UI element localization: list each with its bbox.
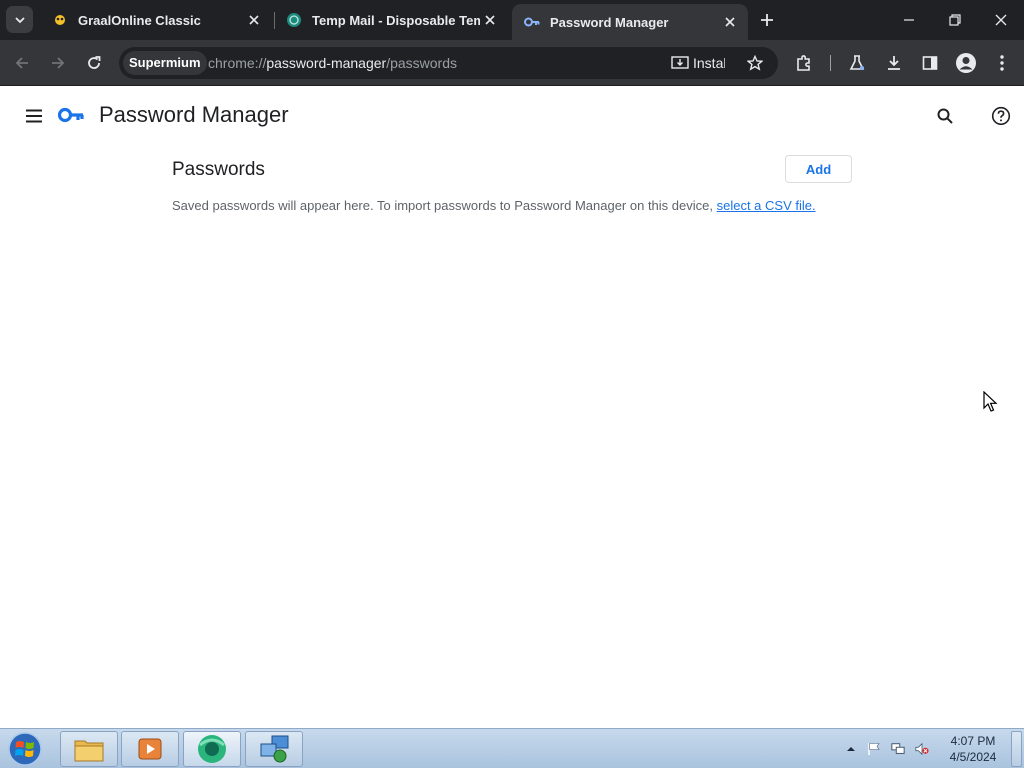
page-title: Password Manager xyxy=(99,102,289,127)
minimize-icon xyxy=(904,19,914,21)
tab-title: GraalOnline Classic xyxy=(78,12,201,28)
section-title: Passwords xyxy=(172,159,265,180)
key-icon xyxy=(524,14,540,30)
tab-separator xyxy=(274,12,275,29)
address-bar[interactable]: Supermium chrome://password-manager/pass… xyxy=(119,47,778,79)
network-icon xyxy=(891,743,905,754)
windows-taskbar: 4:07 PM 4/5/2024 xyxy=(0,728,1024,768)
toolbar-divider xyxy=(830,55,831,71)
help-button[interactable] xyxy=(989,104,1013,128)
folder-icon xyxy=(74,740,104,762)
downloads-button[interactable] xyxy=(882,51,906,75)
tab-password-manager[interactable]: Password Manager xyxy=(512,4,748,40)
main-menu-button[interactable] xyxy=(22,104,46,128)
download-icon xyxy=(888,56,900,70)
reload-button[interactable] xyxy=(82,51,106,75)
empty-state-text: Saved passwords will appear here. To imp… xyxy=(172,198,713,213)
clock-time: 4:07 PM xyxy=(950,734,996,748)
tab-search-button[interactable] xyxy=(6,6,33,33)
chevron-down-icon xyxy=(14,16,25,23)
labs-button[interactable] xyxy=(845,51,869,75)
search-passwords-button[interactable] xyxy=(933,104,957,128)
forward-button[interactable] xyxy=(46,51,70,75)
install-app-button[interactable]: Install xyxy=(671,47,725,79)
network-tray-icon[interactable] xyxy=(891,742,905,756)
arrow-left-icon xyxy=(15,57,28,69)
tab-strip: GraalOnline Classic Temp Mail - Disposab… xyxy=(0,0,1024,40)
url-host: password-manager xyxy=(266,55,387,71)
select-csv-link[interactable]: select a CSV file. xyxy=(717,198,816,213)
url-scheme: chrome:// xyxy=(208,55,267,71)
origin-chip[interactable]: Supermium xyxy=(123,51,207,75)
url-text[interactable]: chrome://password-manager/passwords xyxy=(208,47,457,79)
help-icon xyxy=(991,106,1011,126)
mouse-cursor-icon xyxy=(983,391,998,412)
star-icon xyxy=(747,55,763,71)
taskbar-supermium[interactable] xyxy=(183,731,241,767)
supermium-icon xyxy=(198,735,226,763)
reload-icon xyxy=(88,56,101,69)
taskbar-network-app[interactable] xyxy=(245,731,303,767)
show-hidden-icons-button[interactable] xyxy=(844,742,858,756)
back-button[interactable] xyxy=(10,51,34,75)
taskbar-explorer[interactable] xyxy=(60,731,118,767)
extensions-button[interactable] xyxy=(792,51,816,75)
install-label: Install xyxy=(693,55,725,71)
tab-title: Temp Mail - Disposable Tempo xyxy=(312,12,480,28)
empty-state-message: Saved passwords will appear here. To imp… xyxy=(172,198,816,213)
add-password-button[interactable]: Add xyxy=(785,155,852,183)
graal-favicon-icon xyxy=(52,12,68,28)
hamburger-icon xyxy=(26,109,42,123)
network-computer-icon xyxy=(260,735,289,763)
close-tab-icon[interactable] xyxy=(480,10,500,30)
restore-icon xyxy=(949,14,961,26)
flag-icon xyxy=(868,743,880,755)
tab-graalonline[interactable]: GraalOnline Classic xyxy=(42,0,272,40)
profile-button[interactable] xyxy=(954,51,978,75)
close-tab-icon[interactable] xyxy=(244,10,264,30)
puzzle-icon xyxy=(797,55,810,71)
volume-tray-icon[interactable] xyxy=(915,742,929,756)
more-vert-icon xyxy=(1000,55,1004,71)
minimize-button[interactable] xyxy=(886,0,932,40)
restore-button[interactable] xyxy=(932,0,978,40)
bookmark-star-button[interactable] xyxy=(743,51,767,75)
avatar-icon xyxy=(956,53,976,73)
clock-date: 4/5/2024 xyxy=(949,750,997,764)
side-panel-button[interactable] xyxy=(918,51,942,75)
tempmail-favicon-icon xyxy=(286,12,302,28)
action-center-icon[interactable] xyxy=(867,742,881,756)
url-path: /passwords xyxy=(386,55,458,71)
install-icon xyxy=(671,56,689,69)
side-panel-icon xyxy=(922,56,938,70)
chevron-up-icon xyxy=(847,747,855,751)
flask-icon xyxy=(849,55,865,70)
menu-button[interactable] xyxy=(990,51,1014,75)
arrow-right-icon xyxy=(52,57,65,69)
tab-temp-mail[interactable]: Temp Mail - Disposable Tempo xyxy=(278,0,508,40)
tab-title: Password Manager xyxy=(550,14,669,30)
taskbar-clock[interactable]: 4:07 PM 4/5/2024 xyxy=(940,733,1006,765)
media-player-icon xyxy=(138,738,162,760)
password-manager-page: Password Manager Passwords Add Saved pas… xyxy=(0,87,1024,728)
show-desktop-button[interactable] xyxy=(1011,731,1022,767)
taskbar-media-player[interactable] xyxy=(121,731,179,767)
key-icon xyxy=(58,107,84,123)
volume-muted-icon xyxy=(915,742,929,756)
search-icon xyxy=(937,108,953,124)
close-tab-icon[interactable] xyxy=(720,12,740,32)
close-window-button[interactable] xyxy=(978,0,1024,40)
start-button[interactable] xyxy=(6,731,44,767)
close-icon xyxy=(995,14,1007,26)
windows-logo-icon xyxy=(8,732,42,766)
new-tab-button[interactable] xyxy=(757,10,777,30)
plus-icon xyxy=(761,14,773,26)
